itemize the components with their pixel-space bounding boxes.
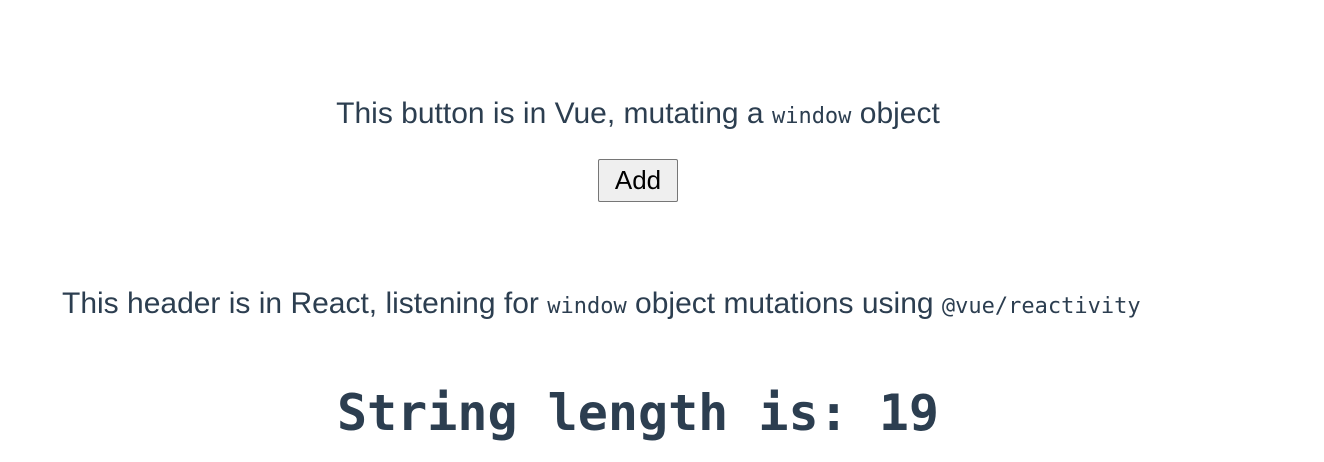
window-code: window [771, 104, 852, 129]
library-code: @vue/reactivity [941, 294, 1141, 319]
react-description-text: This header is in React, listening for [62, 287, 548, 320]
react-description: This header is in React, listening for w… [62, 284, 1141, 327]
react-description-middle: object mutations using [626, 287, 942, 320]
window-code: window [547, 294, 627, 319]
string-length-header: String length is: 19 [0, 380, 1276, 446]
vue-description: This button is in Vue, mutating a window… [0, 94, 1276, 137]
string-length-value: 19 [878, 383, 940, 442]
string-length-label: String length is: [336, 383, 879, 442]
vue-description-text: This button is in Vue, mutating a [336, 97, 772, 130]
add-button[interactable]: Add [598, 159, 678, 202]
vue-description-suffix: object [851, 97, 940, 130]
